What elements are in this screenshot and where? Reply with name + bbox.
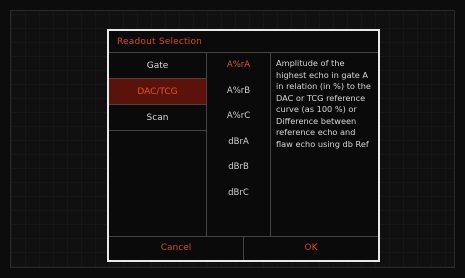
readout-item-db-r-a[interactable]: dBrA bbox=[207, 130, 270, 156]
readout-description: Amplitude of the highest echo in gate A … bbox=[276, 58, 371, 149]
category-list: Gate DAC/TCG Scan bbox=[109, 53, 207, 236]
ok-button[interactable]: OK bbox=[244, 237, 378, 260]
dialog-footer: Cancel OK bbox=[109, 236, 378, 260]
readout-item-a-r-c[interactable]: A%rC bbox=[207, 104, 270, 130]
readout-item-a-r-a[interactable]: A%rA bbox=[207, 53, 270, 79]
cancel-button[interactable]: Cancel bbox=[109, 237, 244, 260]
category-item-dac-tcg[interactable]: DAC/TCG bbox=[109, 79, 206, 105]
dialog-title: Readout Selection bbox=[109, 31, 378, 53]
readout-list: A%rA A%rB A%rC dBrA dBrB dBrC bbox=[207, 53, 271, 236]
readout-item-db-r-b[interactable]: dBrB bbox=[207, 155, 270, 181]
readout-item-a-r-b[interactable]: A%rB bbox=[207, 79, 270, 105]
device-screen: Readout Selection Gate DAC/TCG Scan A%rA… bbox=[0, 0, 465, 278]
category-item-scan[interactable]: Scan bbox=[109, 105, 206, 131]
category-item-gate[interactable]: Gate bbox=[109, 53, 206, 79]
readout-item-db-r-c[interactable]: dBrC bbox=[207, 181, 270, 207]
readout-selection-dialog: Readout Selection Gate DAC/TCG Scan A%rA… bbox=[107, 29, 380, 262]
